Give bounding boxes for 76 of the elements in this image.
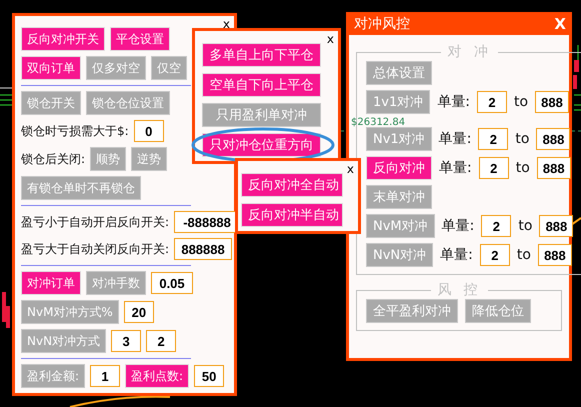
field-label: 盈亏小于自动开启反向开关: xyxy=(21,214,170,230)
toggle-button[interactable]: 逆势 xyxy=(131,147,168,171)
input-field[interactable]: 20 xyxy=(124,301,154,323)
field-label: 盈亏大于自动关闭反向开关: xyxy=(21,240,170,258)
input-field[interactable]: 2 xyxy=(481,215,512,237)
field-label: to xyxy=(516,247,531,263)
toggle-button[interactable]: NvM对冲 xyxy=(366,214,435,238)
toggle-button[interactable]: 锁仓仓位设置 xyxy=(86,91,170,115)
candle xyxy=(574,60,579,72)
field-label: to xyxy=(518,218,532,234)
menu-button[interactable]: 只用盈利单对冲 xyxy=(202,103,321,127)
toggle-button[interactable]: 1v1对冲 xyxy=(366,90,430,114)
input-field[interactable]: 2 xyxy=(476,91,507,113)
input-field[interactable]: 50 xyxy=(194,365,224,387)
price-label: $26312.84 xyxy=(351,117,406,128)
field-label: 单量: xyxy=(438,130,472,148)
input-field[interactable]: 2 xyxy=(478,157,509,179)
menu-button[interactable]: 多单自上向下平仓 xyxy=(202,43,321,67)
toggle-button[interactable]: 锁仓开关 xyxy=(21,91,81,115)
toggle-button[interactable]: 盈利点数: xyxy=(125,364,190,388)
toggle-button[interactable]: NvN对冲方式 xyxy=(21,329,106,353)
menu-button[interactable]: 空单自下向上平仓 xyxy=(202,73,321,97)
field-label: to xyxy=(514,94,528,110)
toggle-button[interactable]: NvN对冲 xyxy=(366,243,434,267)
input-field[interactable]: 2 xyxy=(146,330,176,352)
close-button[interactable]: x xyxy=(222,17,230,31)
input-field[interactable]: 3 xyxy=(111,330,142,352)
window-title: 对冲风控 xyxy=(354,14,410,32)
toggle-button[interactable]: 盈利金额: xyxy=(21,364,86,388)
toggle-button[interactable]: 全平盈利对冲 xyxy=(366,299,458,323)
field-label: 单量: xyxy=(440,246,473,264)
candle xyxy=(573,75,577,89)
field-label: 单量: xyxy=(437,93,470,111)
toggle-button[interactable]: 降低仓位 xyxy=(465,299,531,323)
toggle-button[interactable]: 平仓设置 xyxy=(110,27,170,51)
input-field[interactable]: 2 xyxy=(478,128,508,150)
input-field[interactable]: 888 xyxy=(538,244,572,266)
field-label: 锁仓后关闭: xyxy=(21,150,86,168)
toggle-button[interactable]: 仅空 xyxy=(151,56,187,80)
input-field[interactable]: 2 xyxy=(480,244,510,266)
moving-average-line xyxy=(570,217,581,226)
toggle-button[interactable]: 对冲订单 xyxy=(21,271,81,295)
close-button[interactable]: x xyxy=(346,162,354,176)
field-label: to xyxy=(515,131,530,147)
toggle-button[interactable]: 顺势 xyxy=(90,147,126,171)
input-field[interactable]: 0.05 xyxy=(151,272,193,294)
input-field[interactable]: 888888 xyxy=(174,238,232,260)
menu-button[interactable]: 反向对冲全自动 xyxy=(241,173,343,197)
menu-button[interactable]: 反向对冲半自动 xyxy=(241,203,343,227)
indicator-lines xyxy=(0,94,12,106)
toggle-button[interactable]: 反向对冲 xyxy=(366,156,432,180)
toggle-button[interactable]: 对冲手数 xyxy=(86,271,146,295)
input-field[interactable]: 888 xyxy=(539,215,574,237)
toggle-button[interactable]: 总体设置 xyxy=(366,61,432,85)
input-field[interactable]: 888 xyxy=(536,128,570,150)
group-title: 风 控 xyxy=(436,281,483,299)
toggle-button[interactable]: 仅多对空 xyxy=(86,56,146,80)
group-title: 对 冲 xyxy=(446,43,493,61)
input-field[interactable]: 1 xyxy=(90,365,120,387)
input-field[interactable]: 888 xyxy=(536,157,571,179)
field-label: to xyxy=(516,160,530,176)
toggle-button[interactable]: 双向订单 xyxy=(21,56,81,80)
toggle-button[interactable]: NvM对冲方式% xyxy=(21,300,119,324)
close-button[interactable]: x xyxy=(326,32,334,46)
field-label: 单量: xyxy=(439,159,472,177)
field-label: 单量: xyxy=(442,217,474,235)
close-button[interactable]: X xyxy=(554,14,566,32)
menu-button[interactable]: 只对冲仓位重方向 xyxy=(202,133,321,157)
toggle-button[interactable]: 有锁仓单时不再锁仓 xyxy=(21,176,141,200)
input-field[interactable]: 0 xyxy=(134,120,164,142)
toggle-button[interactable]: 末单对冲 xyxy=(366,185,432,209)
field-label: 锁仓时亏损需大于$: xyxy=(21,122,129,140)
input-field[interactable]: 888 xyxy=(535,91,570,113)
toggle-button[interactable]: Nv1对冲 xyxy=(366,127,432,151)
indicator-lines xyxy=(574,94,581,110)
toggle-button[interactable]: 反向对冲开关 xyxy=(21,27,105,51)
